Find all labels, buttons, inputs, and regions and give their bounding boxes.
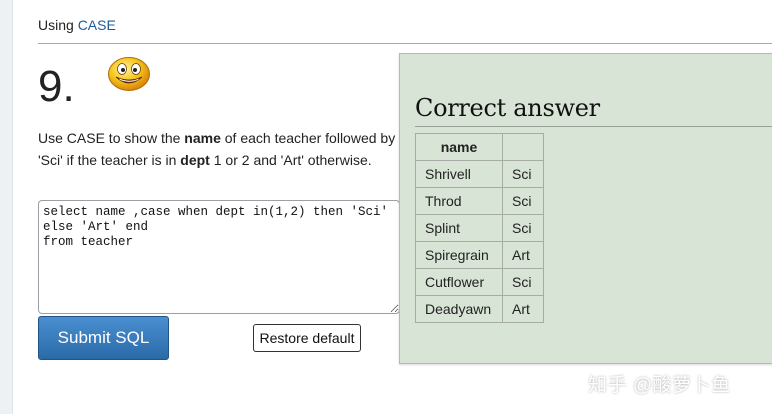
table-cell: Sci xyxy=(502,214,544,242)
left-rail xyxy=(0,0,13,414)
question-number: 9. xyxy=(38,62,75,111)
table-row: Shrivell Sci xyxy=(415,160,544,188)
table-cell: Art xyxy=(502,241,544,269)
question-text: Use CASE to show the name of each teache… xyxy=(38,127,403,171)
correct-answer-panel: Correct answer name Shrivell Sci Throd S… xyxy=(399,53,772,364)
table-cell: Throd xyxy=(415,187,503,215)
result-table: name Shrivell Sci Throd Sci Splint Sci S… xyxy=(415,133,544,323)
question-text-part: 1 or 2 and 'Art' otherwise. xyxy=(209,152,372,168)
column-header: name xyxy=(415,133,503,161)
breadcrumb-link-case[interactable]: CASE xyxy=(78,17,116,33)
table-cell: Spiregrain xyxy=(415,241,503,269)
submit-sql-button[interactable]: Submit SQL xyxy=(38,316,169,360)
table-row: Spiregrain Art xyxy=(415,241,544,269)
table-row: Cutflower Sci xyxy=(415,268,544,296)
table-row: Deadyawn Art xyxy=(415,295,544,323)
table-cell: Sci xyxy=(502,187,544,215)
question-keyword-dept: dept xyxy=(180,152,210,168)
column-header xyxy=(502,133,544,161)
answer-divider xyxy=(415,126,772,127)
sql-editor[interactable]: select name ,case when dept in(1,2) then… xyxy=(38,200,400,314)
question-text-part: Use CASE to show the xyxy=(38,130,185,146)
watermark: 知乎 @酸萝卜鱼 xyxy=(588,375,731,396)
table-cell: Sci xyxy=(502,268,544,296)
breadcrumb-prefix: Using xyxy=(38,17,78,33)
smiley-face-icon xyxy=(108,57,150,91)
table-cell: Art xyxy=(502,295,544,323)
table-cell: Sci xyxy=(502,160,544,188)
answer-title: Correct answer xyxy=(415,94,600,122)
question-keyword-name: name xyxy=(184,130,221,146)
header-divider xyxy=(38,43,772,44)
table-header-row: name xyxy=(415,133,544,161)
breadcrumb: Using CASE xyxy=(38,17,116,33)
table-row: Splint Sci xyxy=(415,214,544,242)
table-row: Throd Sci xyxy=(415,187,544,215)
restore-default-button[interactable]: Restore default xyxy=(253,324,361,352)
table-cell: Cutflower xyxy=(415,268,503,296)
table-cell: Deadyawn xyxy=(415,295,503,323)
table-cell: Splint xyxy=(415,214,503,242)
table-cell: Shrivell xyxy=(415,160,503,188)
